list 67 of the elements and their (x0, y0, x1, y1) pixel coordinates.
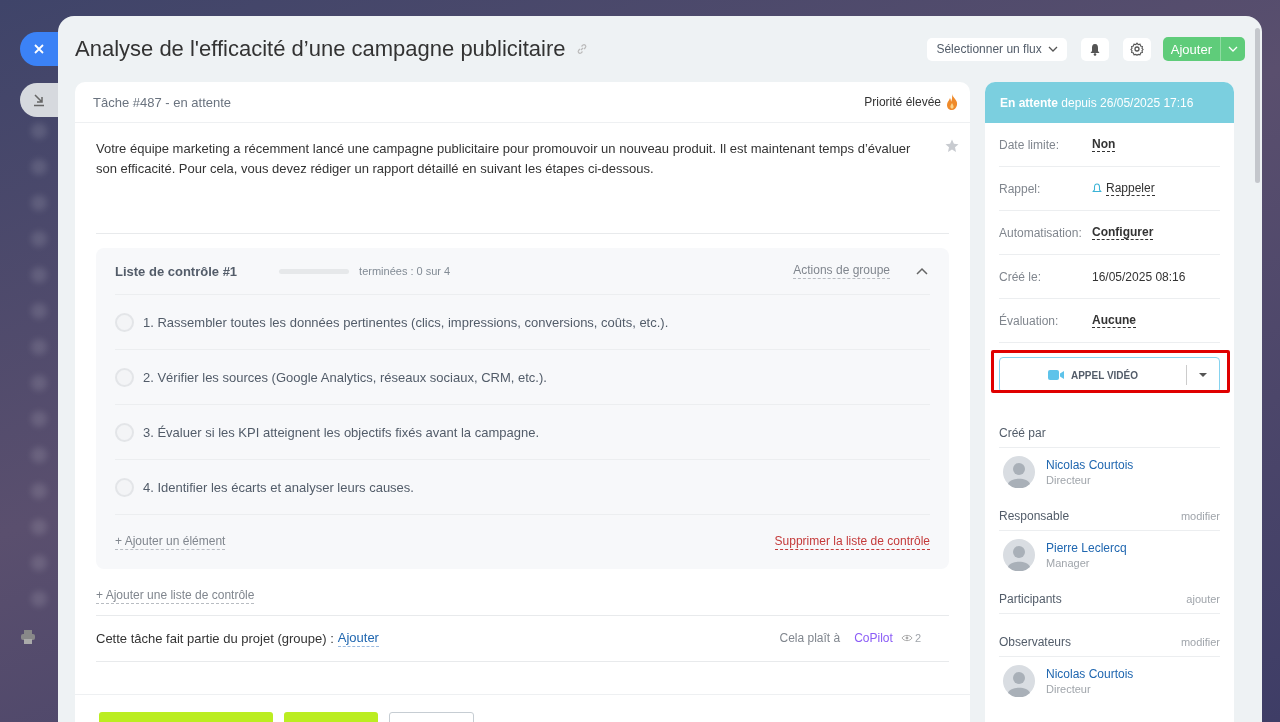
chevron-down-icon (1228, 46, 1238, 52)
role-title: Responsable (999, 509, 1070, 523)
person-name-link[interactable]: Nicolas Courtois (1046, 458, 1134, 472)
checklist-title: Liste de contrôle #1 (115, 263, 238, 279)
checklist-item: 1. Rassembler toutes les données pertinentes (clics, impressions, conversions, coûts, etc.). (143, 314, 669, 330)
field-value: 16/05/2025 08:16 (1092, 269, 1186, 284)
field-value-link[interactable]: Non (1092, 137, 1116, 152)
liker-link[interactable]: CoPilot (854, 631, 893, 646)
star-icon[interactable] (945, 139, 959, 154)
add-checklist-link[interactable]: + Ajouter une liste de contrôle (96, 588, 255, 605)
checklist-item: 4. Identifier les écarts et analyser leurs causes. (143, 479, 414, 495)
flow-select[interactable]: Sélectionner un flux (927, 37, 1067, 61)
role-title: Créé par (999, 426, 1046, 440)
avatar-icon (1003, 539, 1035, 571)
field-label: Date limite: (999, 137, 1061, 152)
role-title: Participants (999, 592, 1062, 606)
field-label: Créé le: (999, 269, 1043, 284)
video-call-label: APPEL VIDÉO (1070, 369, 1139, 381)
minimize-button[interactable] (20, 83, 58, 117)
bell-icon (1092, 183, 1102, 194)
field-value-link[interactable]: Rappeler (1106, 181, 1155, 196)
task-description: Votre équipe marketing a récemment lancé une campagne publicitaire pour promouvoir un nouveau produit. Il est maintenant temps d’évaluer son efficacité. Pour cela, vous devez rédiger un rapport détaillé en suivant les étapes ci-dessous. (96, 140, 912, 179)
avatar-icon (1003, 665, 1035, 697)
add-item-link[interactable]: + Ajouter un élément (115, 534, 226, 551)
delete-checklist-link[interactable]: Supprimer la liste de contrôle (774, 534, 930, 551)
group-actions-link[interactable]: Actions de groupe (793, 263, 890, 280)
role-title: Observateurs (999, 635, 1072, 649)
checklist-item: 2. Vérifier les sources (Google Analytics, réseaux sociaux, CRM, etc.). (143, 369, 547, 385)
printer-icon[interactable] (20, 629, 36, 645)
view-count: 2 (914, 632, 921, 645)
likes-label: Cela plaît à (779, 631, 841, 646)
caret-icon[interactable] (1199, 373, 1207, 377)
avatar-icon (1003, 456, 1035, 488)
bell-icon (1088, 42, 1101, 56)
field-value-link[interactable]: Aucune (1092, 313, 1136, 328)
eye-icon (900, 634, 913, 643)
window-title: Analyse de l'efficacité d’une campagne publicitaire (75, 36, 566, 62)
status-banner: En attente depuis 26/05/2025 17:16 (985, 82, 1234, 123)
field-value-link[interactable]: Configurer (1092, 225, 1154, 240)
close-button[interactable] (20, 32, 58, 66)
project-label: Cette tâche fait partie du projet (groupe) : (96, 630, 334, 646)
person-role: Directeur (1046, 474, 1092, 486)
task-number: Tâche #487 - en attente (93, 94, 233, 110)
collapse-chevron-icon[interactable] (916, 267, 928, 276)
close-icon (33, 43, 45, 55)
person-role: Manager (1046, 557, 1091, 569)
project-add-link[interactable]: Ajouter (337, 629, 379, 647)
field-label: Automatisation: (999, 225, 1083, 240)
person-role: Directeur (1046, 683, 1092, 695)
person-name-link[interactable]: Nicolas Courtois (1046, 667, 1134, 681)
priority-label: Priorité élevée (864, 95, 941, 110)
settings-button[interactable] (1122, 37, 1151, 61)
notification-button[interactable] (1080, 37, 1109, 61)
field-label: Rappel: (999, 181, 1042, 196)
scrollbar[interactable] (1255, 28, 1260, 183)
minimize-arrow-icon (32, 93, 46, 107)
field-label: Évaluation: (999, 313, 1060, 328)
link-icon[interactable] (575, 43, 588, 55)
video-call-button[interactable]: APPEL VIDÉO (999, 357, 1220, 393)
progress-text: terminées : 0 sur 4 (359, 265, 451, 278)
add-dropdown-button[interactable] (1221, 37, 1245, 61)
settings-icon (1129, 42, 1144, 56)
checklist-item: 3. Évaluer si les KPI atteignent les objectifs fixés avant la campagne. (143, 424, 539, 440)
flame-icon (946, 94, 958, 111)
video-camera-icon (1047, 370, 1064, 380)
chevron-down-icon (1047, 46, 1058, 52)
person-name-link[interactable]: Pierre Leclercq (1046, 541, 1127, 555)
